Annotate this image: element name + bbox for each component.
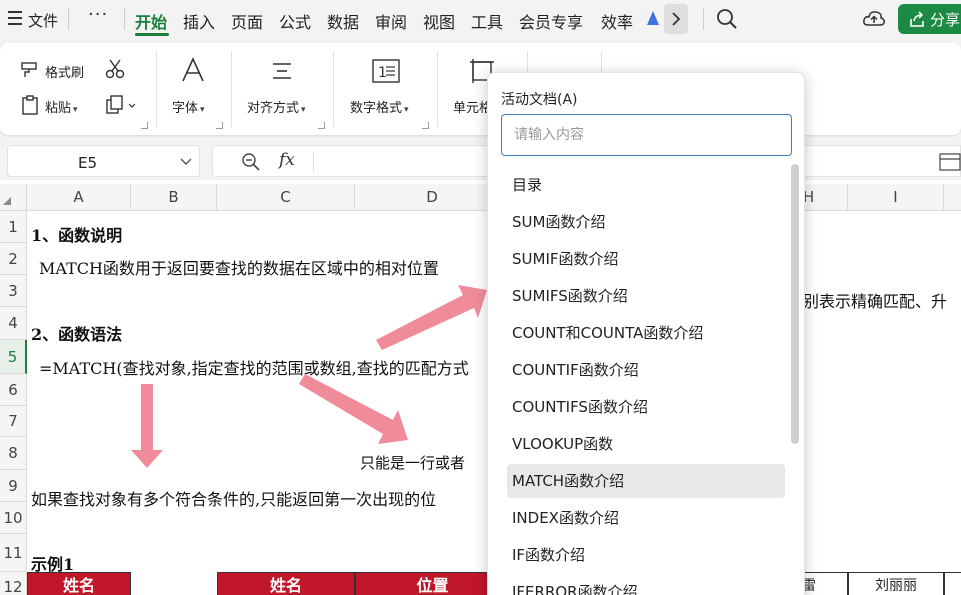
group-launcher-icon[interactable] <box>141 122 148 129</box>
tab-page[interactable]: 页面 <box>231 9 263 33</box>
ribbon-divider <box>437 51 438 127</box>
tab-start[interactable]: 开始 <box>135 9 167 33</box>
name-box[interactable]: E5 <box>7 145 200 177</box>
format-painter-icon <box>20 61 40 83</box>
group-launcher-icon[interactable] <box>318 122 325 129</box>
share-button[interactable]: 分享 <box>898 4 961 34</box>
list-item[interactable]: 目录 <box>507 168 785 202</box>
tab-review[interactable]: 审阅 <box>375 9 407 33</box>
list-item[interactable]: SUMIFS函数介绍 <box>507 279 785 313</box>
list-item[interactable]: IF函数介绍 <box>507 538 785 572</box>
paste-label: 粘贴 <box>45 101 72 116</box>
list-item[interactable]: VLOOKUP函数 <box>507 427 785 461</box>
arrow-diagonal-down <box>299 374 408 444</box>
list-item[interactable]: INDEX函数介绍 <box>507 501 785 535</box>
more-icon[interactable]: ··· <box>88 4 108 25</box>
dropdown-title: 活动文档(A) <box>501 92 578 108</box>
clipboard-icon <box>20 95 40 119</box>
ribbon-divider <box>231 51 232 127</box>
ribbon-divider <box>156 51 157 127</box>
menu-divider <box>124 8 125 30</box>
font-icon <box>181 57 205 87</box>
ai-icon[interactable] <box>646 10 660 26</box>
cloud-upload-icon[interactable] <box>862 7 886 31</box>
hamburger-icon[interactable] <box>8 11 22 25</box>
tab-insert[interactable]: 插入 <box>183 9 215 33</box>
list-item[interactable]: SUMIF函数介绍 <box>507 242 785 276</box>
tab-view[interactable]: 视图 <box>423 9 455 33</box>
align-button[interactable]: 对齐方式 ▾ <box>247 97 306 116</box>
dropdown-scrollbar[interactable] <box>791 164 799 444</box>
scissors-icon[interactable] <box>104 58 126 84</box>
number-format-button[interactable]: 数字格式 ▾ <box>350 97 409 116</box>
function-wizard-icon[interactable] <box>939 153 961 171</box>
list-item[interactable]: IFERROR函数介绍 <box>507 575 785 595</box>
chevron-down-icon: ▾ <box>73 105 78 115</box>
number-format-icon: 1 <box>372 59 400 87</box>
arrow-diagonal-up <box>376 285 487 350</box>
paste-button[interactable]: 粘贴 ▾ <box>45 97 78 116</box>
tab-active-indicator <box>135 33 169 36</box>
spreadsheet-grid: A B C D H I 1 2 3 4 5 6 7 8 9 10 11 12 1… <box>0 184 961 595</box>
chevron-down-icon: ▾ <box>404 105 409 115</box>
font-label: 字体 <box>172 101 199 116</box>
svg-text:1: 1 <box>378 65 387 81</box>
tab-efficiency[interactable]: 效率 <box>601 9 633 33</box>
menu-divider <box>68 8 69 30</box>
active-document-dropdown: 活动文档(A) 目录 SUM函数介绍 SUMIF函数介绍 SUMIFS函数介绍 … <box>487 72 805 595</box>
search-icon[interactable] <box>716 8 738 30</box>
annotation-arrows <box>131 285 487 468</box>
number-format-label: 数字格式 <box>350 101 403 116</box>
ribbon-panel: 格式刷 粘贴 ▾ 字体 ▾ 对齐方式 ▾ 1 数字格式 ▾ 单元格 <box>0 43 961 135</box>
formula-bar: E5 fx <box>0 142 961 180</box>
tab-data[interactable]: 数据 <box>327 9 359 33</box>
ribbon-divider <box>333 51 334 127</box>
format-painter-button[interactable]: 格式刷 <box>45 62 84 81</box>
group-launcher-icon[interactable] <box>216 122 223 129</box>
list-item[interactable]: SUM函数介绍 <box>507 205 785 239</box>
menu-bar: 文件 ··· 开始 插入 页面 公式 数据 审阅 视图 工具 会员专享 效率 分… <box>0 0 961 40</box>
chevron-down-icon: ▾ <box>200 105 205 115</box>
list-item-selected[interactable]: MATCH函数介绍 <box>507 464 785 498</box>
document-search-input[interactable] <box>501 114 792 156</box>
chevron-down-icon[interactable] <box>180 157 192 167</box>
tabs-scroll-right-button[interactable] <box>664 4 688 34</box>
name-box-value: E5 <box>78 154 98 172</box>
tab-member[interactable]: 会员专享 <box>519 9 583 33</box>
menu-file[interactable]: 文件 <box>28 10 58 31</box>
font-button[interactable]: 字体 ▾ <box>172 97 205 116</box>
list-item[interactable]: COUNT和COUNTA函数介绍 <box>507 316 785 350</box>
menu-divider <box>703 8 704 30</box>
copy-icon[interactable] <box>105 95 136 119</box>
chevron-down-icon: ▾ <box>301 105 306 115</box>
list-item[interactable]: COUNTIFS函数介绍 <box>507 390 785 424</box>
formula-divider <box>313 152 314 172</box>
ribbon: 格式刷 粘贴 ▾ 字体 ▾ 对齐方式 ▾ 1 数字格式 ▾ 单元格 <box>0 40 961 142</box>
align-icon <box>271 61 293 85</box>
share-label: 分享 <box>930 11 961 29</box>
fx-icon[interactable]: fx <box>279 150 295 170</box>
list-item[interactable]: COUNTIF函数介绍 <box>507 353 785 387</box>
tab-tools[interactable]: 工具 <box>471 9 503 33</box>
share-icon <box>910 11 924 27</box>
zoom-icon[interactable] <box>241 152 261 172</box>
align-label: 对齐方式 <box>247 101 300 116</box>
arrow-down <box>131 384 163 468</box>
tab-formula[interactable]: 公式 <box>279 9 311 33</box>
group-launcher-icon[interactable] <box>422 122 429 129</box>
